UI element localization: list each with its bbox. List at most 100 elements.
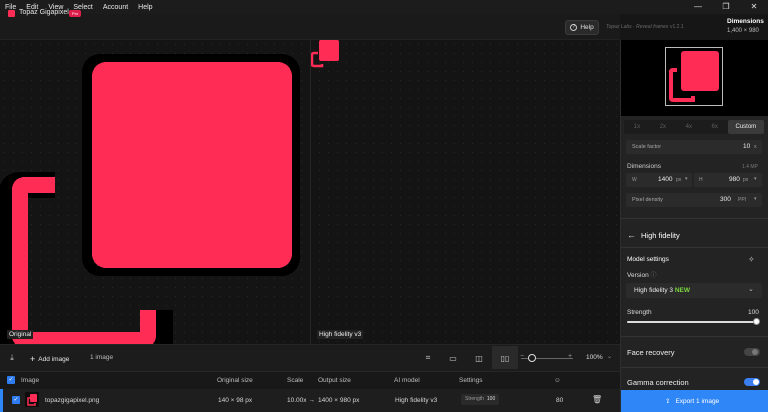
- single-view-icon[interactable]: ▭: [445, 352, 461, 364]
- row-selected-indicator: [0, 389, 3, 412]
- close-icon[interactable]: ✕: [740, 0, 768, 14]
- pro-badge: Pro: [69, 10, 82, 17]
- info-icon[interactable]: ⓘ: [651, 273, 657, 279]
- width-label: W: [632, 177, 637, 183]
- col-image: Image: [21, 377, 40, 384]
- menu-bar: File Edit View Select Account Help: [0, 0, 768, 14]
- help-icon: ?: [570, 24, 578, 31]
- app-tagline: Topaz Labs · Reveal frames: [606, 24, 669, 30]
- zoom-level[interactable]: 100%: [586, 354, 603, 361]
- height-unit-chevron-icon[interactable]: ▾: [754, 176, 757, 182]
- navigator-viewport[interactable]: [665, 47, 723, 106]
- scale-tab-4x[interactable]: 4x: [676, 120, 702, 134]
- add-image-button[interactable]: + Add image: [30, 354, 69, 364]
- pixel-density-unit[interactable]: PPI: [738, 197, 746, 203]
- col-scale: Scale: [287, 377, 304, 384]
- row-filename: topazgigapixel.png: [45, 397, 100, 404]
- split-view-icon[interactable]: ◫: [471, 352, 487, 364]
- gamma-correction-toggle[interactable]: [744, 378, 760, 386]
- row-strength-label: Strength: [465, 396, 484, 402]
- help-button[interactable]: ? Help: [565, 20, 599, 35]
- height-unit[interactable]: px: [743, 177, 748, 183]
- scale-tab-2x[interactable]: 2x: [650, 120, 676, 134]
- gamma-correction-label: Gamma correction: [627, 378, 689, 387]
- add-image-label: Add image: [38, 355, 70, 363]
- back-arrow-icon[interactable]: ←: [627, 230, 636, 240]
- zoom-chevron-down-icon[interactable]: ⌄: [607, 353, 612, 360]
- face-recovery-label: Face recovery: [627, 348, 675, 357]
- model-label: High fidelity v3: [317, 330, 364, 339]
- thumbnail-artwork: [27, 394, 37, 406]
- col-ai-model: AI model: [394, 377, 420, 384]
- width-unit[interactable]: px: [676, 177, 681, 183]
- dimensions-megapixels: 1.4 MP: [742, 164, 758, 170]
- comparison-divider[interactable]: [310, 40, 311, 344]
- plus-icon: +: [30, 354, 36, 364]
- panel-divider: [621, 218, 768, 219]
- version-dropdown-value: High fidelity 3 NEW: [634, 287, 690, 294]
- width-value[interactable]: 1400: [658, 176, 672, 183]
- help-label: Help: [580, 24, 594, 31]
- enhanced-image: [310, 40, 339, 68]
- app-name: Topaz Gigapixel: [19, 9, 69, 16]
- scale-factor-suffix: x: [754, 144, 757, 150]
- row-checkbox[interactable]: ✓: [12, 396, 20, 404]
- strength-slider[interactable]: [627, 321, 757, 323]
- col-output-size: Output size: [318, 377, 351, 384]
- trash-icon[interactable]: 🗑: [592, 395, 602, 404]
- width-unit-chevron-icon[interactable]: ▾: [685, 176, 688, 182]
- strength-value[interactable]: 100: [748, 309, 759, 316]
- panel-divider: [621, 367, 768, 368]
- strength-label: Strength: [627, 309, 652, 316]
- scale-tab-custom[interactable]: Custom: [727, 120, 764, 134]
- height-value[interactable]: 980: [729, 176, 740, 183]
- smiley-icon: ☺: [554, 377, 561, 384]
- upload-icon: ⇪: [665, 398, 671, 405]
- model-settings-label: Model settings: [627, 256, 669, 263]
- original-image: [0, 54, 300, 344]
- scale-tab-6x[interactable]: 6x: [702, 120, 728, 134]
- original-label: Original: [7, 330, 34, 339]
- model-title: High fidelity: [641, 231, 680, 240]
- zoom-slider-handle[interactable]: [528, 354, 536, 362]
- face-recovery-toggle[interactable]: [744, 348, 760, 356]
- pixel-density-value[interactable]: 300: [720, 196, 731, 203]
- row-output-size: 1400 × 980 px: [318, 397, 360, 404]
- menu-help[interactable]: Help: [138, 4, 152, 11]
- image-list-header: [0, 371, 620, 389]
- app-version: v1.2.1: [670, 24, 684, 30]
- scale-tab-1x[interactable]: 1x: [624, 120, 650, 134]
- export-button[interactable]: ⇪ Export 1 image: [621, 390, 768, 412]
- row-scale: 10.00x →: [287, 397, 315, 404]
- col-original-size: Original size: [217, 377, 253, 384]
- pixel-density-label: Pixel density: [632, 197, 663, 203]
- version-label-text: Version: [627, 272, 649, 279]
- dimensions-label: Dimensions: [627, 163, 661, 170]
- panel-divider: [621, 247, 768, 248]
- row-ai-model: High fidelity v3: [395, 397, 438, 404]
- image-thumbnail: [25, 392, 39, 407]
- menu-account[interactable]: Account: [103, 4, 128, 11]
- col-settings: Settings: [459, 377, 483, 384]
- side-by-side-icon: ▯▯: [500, 353, 510, 363]
- chevron-down-icon[interactable]: ⌄: [748, 285, 754, 293]
- select-all-checkbox[interactable]: ✓: [7, 376, 15, 384]
- window-controls: — ❐ ✕: [684, 0, 768, 14]
- scale-factor-value[interactable]: 10: [743, 143, 750, 150]
- crop-view-icon[interactable]: ⌗: [420, 352, 436, 364]
- zoom-in-icon[interactable]: +: [568, 353, 572, 360]
- image-count: 1 image: [90, 354, 114, 361]
- row-strength-chip: Strength 100: [461, 394, 500, 405]
- maximize-icon[interactable]: ❐: [712, 0, 740, 14]
- export-label: Export 1 image: [675, 397, 720, 405]
- minimize-icon[interactable]: —: [684, 0, 712, 14]
- strength-slider-handle[interactable]: [753, 318, 760, 325]
- row-strength-value: 100: [486, 396, 496, 402]
- scale-factor-label: Scale factor: [632, 144, 662, 150]
- magic-wand-icon[interactable]: ✧: [748, 255, 755, 264]
- height-field[interactable]: [694, 173, 762, 187]
- pixel-density-chevron-icon[interactable]: ▾: [754, 196, 757, 202]
- app-logo-icon: [8, 10, 15, 17]
- collapse-list-icon[interactable]: ⤓: [4, 352, 20, 364]
- version-label: Version ⓘ: [627, 270, 657, 279]
